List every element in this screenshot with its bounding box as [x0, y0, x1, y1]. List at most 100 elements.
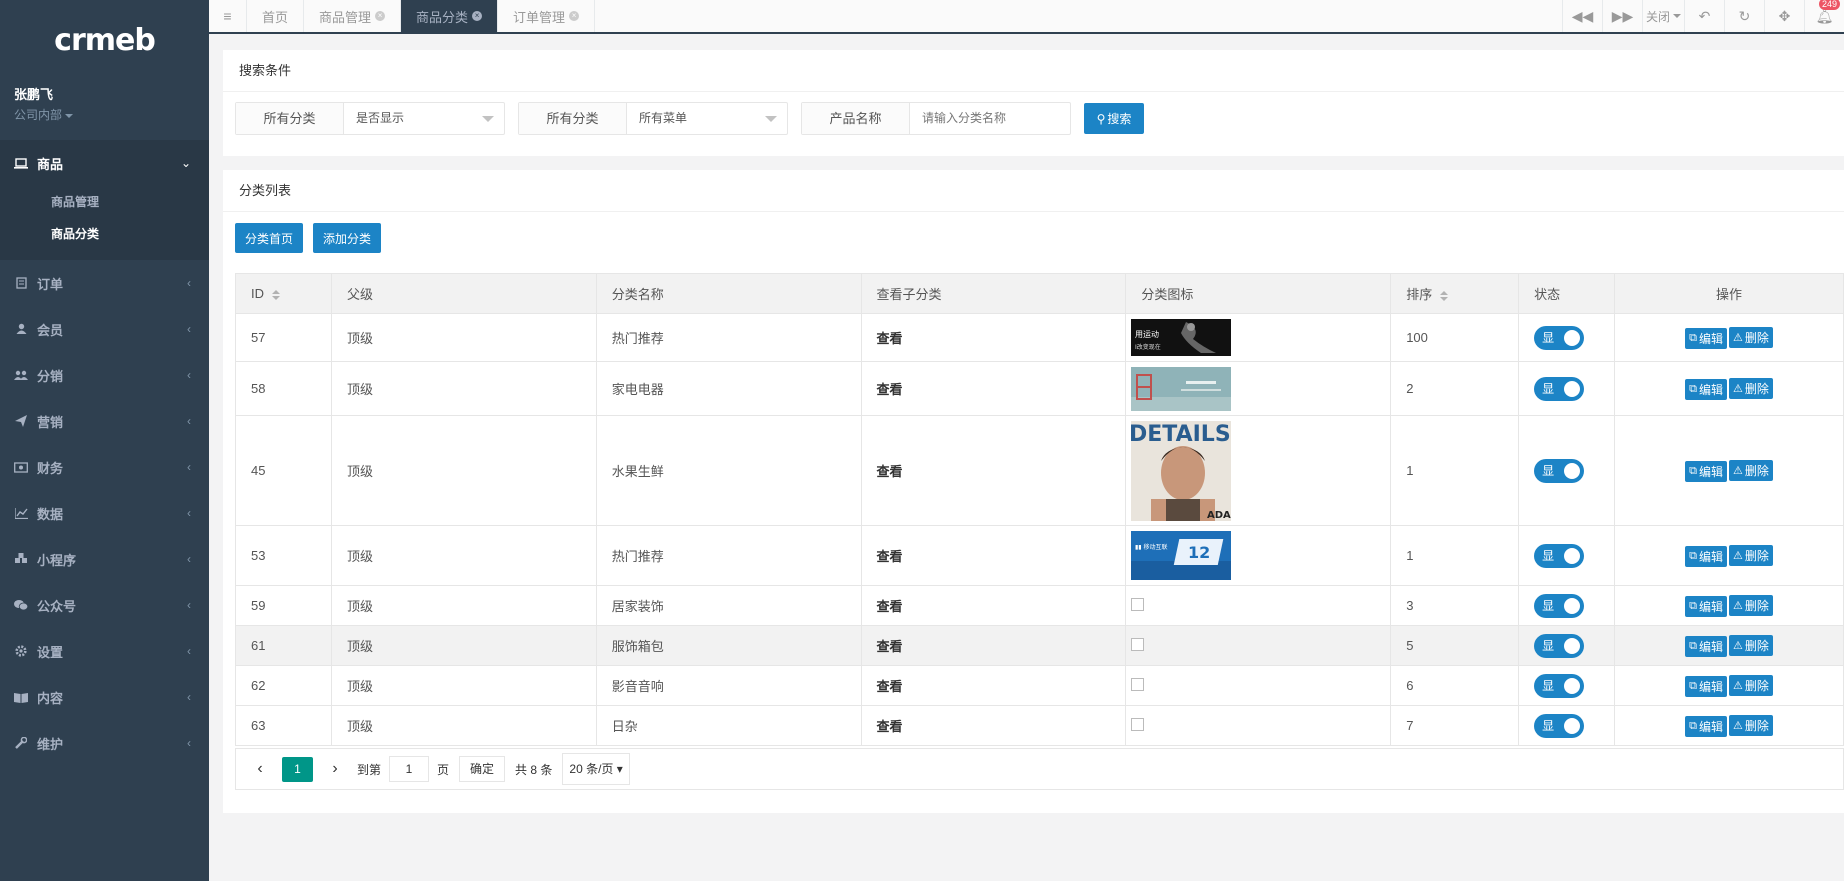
sidebar: crmeb 张鹏飞 公司内部 商品 ⌄ 商品管理 商品分类 订单 ‹ 会员 ‹ 分销 ‹ 营… [0, 0, 209, 881]
edit-button[interactable]: ⧉ 编辑 [1685, 675, 1728, 697]
edit-button[interactable]: ⧉ 编辑 [1685, 327, 1728, 349]
back-button[interactable]: ↶ [1684, 0, 1724, 32]
cell-name: 水果生鲜 [595, 415, 862, 526]
column-header-sort[interactable]: 排序 [1390, 273, 1520, 314]
close-icon[interactable]: × [375, 11, 386, 21]
scroll-right-button[interactable]: ▶▶ [1602, 0, 1642, 32]
column-header-id[interactable]: ID [235, 273, 332, 314]
category-home-button[interactable]: 分类首页 [235, 223, 304, 253]
status-toggle[interactable]: 显 [1534, 593, 1585, 618]
sort-icon[interactable] [272, 289, 280, 300]
delete-button[interactable]: ⚠ 删除 [1729, 459, 1773, 481]
category-image-magazine: DETAILS ADAM [1131, 420, 1232, 521]
user-dept-dropdown[interactable]: 公司内部 [14, 106, 195, 123]
category-table: ID 父级 分类名称 查看子分类 分类图标 排序 状态 操作 57 顶级 热门推荐查… [235, 273, 1844, 746]
sidebar-item-label: 数据 [37, 506, 64, 522]
cell-status: 显 [1518, 705, 1616, 746]
tab-order-manage[interactable]: 订单管理 × [498, 0, 596, 32]
cell-parent: 顶级 [330, 415, 597, 526]
status-toggle[interactable]: 显 [1534, 673, 1585, 698]
cell-icon [1125, 625, 1392, 666]
tab-home[interactable]: 首页 [247, 0, 305, 32]
warning-icon: ⚠ [1733, 599, 1743, 612]
delete-button[interactable]: ⚠ 删除 [1729, 594, 1773, 616]
sidebar-item-group[interactable]: 分销 ‹ [0, 352, 209, 398]
view-subcategory-link[interactable]: 查看 [860, 585, 1127, 626]
image-placeholder-checkbox[interactable] [1131, 637, 1145, 651]
sidebar-item-wechat[interactable]: 公众号 ‹ [0, 582, 209, 628]
image-placeholder-checkbox[interactable] [1131, 597, 1145, 611]
delete-button[interactable]: ⚠ 删除 [1729, 377, 1773, 399]
sidebar-item-wrench[interactable]: 维护 ‹ [0, 720, 209, 766]
status-toggle[interactable]: 显 [1534, 325, 1585, 350]
view-subcategory-link[interactable]: 查看 [860, 415, 1127, 526]
next-page-button[interactable]: › [323, 760, 347, 778]
menu-toggle-button[interactable]: ≡ [209, 0, 247, 32]
sidebar-item-gear[interactable]: 设置 ‹ [0, 628, 209, 674]
page-size-select[interactable]: 20 条/页 ▾ [562, 753, 630, 785]
sidebar-item-book[interactable]: 内容 ‹ [0, 674, 209, 720]
view-subcategory-link[interactable]: 查看 [860, 705, 1127, 746]
close-icon[interactable]: × [569, 11, 580, 21]
notification-button[interactable]: 🔔︎ 249 [1804, 0, 1844, 32]
status-toggle[interactable]: 显 [1534, 376, 1585, 401]
sidebar-item-product[interactable]: 商品 ⌄ [0, 140, 209, 186]
scroll-left-button[interactable]: ◀◀ [1562, 0, 1602, 32]
column-header-ops: 操作 [1614, 273, 1844, 314]
prev-page-button[interactable]: ‹ [248, 760, 272, 778]
sidebar-item-send[interactable]: 营销 ‹ [0, 398, 209, 444]
goto-confirm-button[interactable]: 确定 [459, 756, 506, 782]
image-placeholder-checkbox[interactable] [1131, 717, 1145, 731]
cell-sort: 6 [1390, 665, 1520, 706]
tab-product-category[interactable]: 商品分类 × [401, 0, 499, 32]
refresh-button[interactable]: ↻ [1724, 0, 1764, 32]
status-toggle[interactable]: 显 [1534, 458, 1585, 483]
add-category-button[interactable]: 添加分类 [313, 223, 382, 253]
delete-button[interactable]: ⚠ 删除 [1729, 634, 1773, 656]
image-placeholder-checkbox[interactable] [1131, 677, 1145, 691]
edit-button[interactable]: ⧉ 编辑 [1685, 378, 1728, 400]
sidebar-subitem-product-category[interactable]: 商品分类 [0, 218, 209, 250]
current-page[interactable]: 1 [282, 756, 313, 782]
view-subcategory-link[interactable]: 查看 [860, 625, 1127, 666]
edit-button[interactable]: ⧉ 编辑 [1685, 545, 1728, 567]
close-tabs-dropdown[interactable]: 关闭 [1642, 0, 1684, 32]
display-select[interactable]: 是否显示 [344, 103, 504, 134]
tab-product-manage[interactable]: 商品管理 × [304, 0, 402, 32]
status-toggle[interactable]: 显 [1534, 633, 1585, 658]
cell-id: 57 [235, 313, 332, 362]
status-toggle[interactable]: 显 [1534, 713, 1585, 738]
page-number-input[interactable]: 1 [389, 756, 430, 782]
delete-button[interactable]: ⚠ 删除 [1729, 714, 1773, 736]
edit-button[interactable]: ⧉ 编辑 [1685, 635, 1728, 657]
view-subcategory-link[interactable]: 查看 [860, 525, 1127, 586]
category-name-input[interactable]: 请输入分类名称 [910, 103, 1070, 134]
view-subcategory-link[interactable]: 查看 [860, 665, 1127, 706]
copy-icon: ⧉ [1689, 331, 1698, 344]
delete-button[interactable]: ⚠ 删除 [1729, 544, 1773, 566]
chevron-left-icon: ‹ [187, 506, 191, 520]
edit-button[interactable]: ⧉ 编辑 [1685, 460, 1728, 482]
cell-status: 显 [1518, 585, 1616, 626]
menu-select[interactable]: 所有菜单 [627, 103, 787, 134]
user-profile[interactable]: 张鹏飞 公司内部 [0, 80, 209, 138]
sort-icon[interactable] [1440, 290, 1449, 301]
status-toggle[interactable]: 显 [1534, 543, 1585, 568]
sidebar-item-cube[interactable]: 小程序 ‹ [0, 536, 209, 582]
view-subcategory-link[interactable]: 查看 [860, 313, 1127, 362]
view-subcategory-link[interactable]: 查看 [860, 361, 1127, 416]
edit-button[interactable]: ⧉ 编辑 [1685, 595, 1728, 617]
warning-icon: ⚠ [1733, 719, 1743, 732]
sidebar-item-user[interactable]: 会员 ‹ [0, 306, 209, 352]
sidebar-item-chart[interactable]: 数据 ‹ [0, 490, 209, 536]
delete-button[interactable]: ⚠ 删除 [1729, 326, 1773, 348]
sidebar-item-money[interactable]: 财务 ‹ [0, 444, 209, 490]
close-icon[interactable]: × [472, 11, 483, 21]
search-button[interactable]: ⚲ 搜索 [1084, 103, 1144, 134]
fullscreen-button[interactable]: ✥ [1764, 0, 1804, 32]
copy-icon: ⧉ [1689, 382, 1698, 395]
delete-button[interactable]: ⚠ 删除 [1729, 674, 1773, 696]
sidebar-subitem-product-manage[interactable]: 商品管理 [0, 186, 209, 218]
edit-button[interactable]: ⧉ 编辑 [1685, 715, 1728, 737]
sidebar-item-order[interactable]: 订单 ‹ [0, 260, 209, 306]
